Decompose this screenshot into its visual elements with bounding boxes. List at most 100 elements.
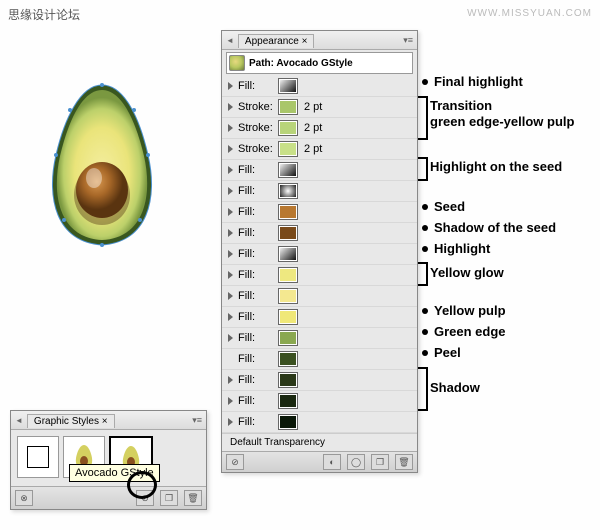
appearance-row[interactable]: Fill: [222, 202, 417, 223]
swatch[interactable] [278, 183, 298, 199]
new-stroke-icon[interactable]: ◯ [347, 454, 365, 470]
expand-tri-icon[interactable] [228, 418, 233, 426]
expand-tri-icon[interactable] [228, 334, 233, 342]
expand-tri-icon[interactable] [228, 103, 233, 111]
swatch[interactable] [278, 141, 298, 157]
panel-menu-icon[interactable]: ▾≡ [403, 35, 413, 46]
row-label: Fill: [238, 395, 274, 407]
row-label: Fill: [238, 311, 274, 323]
swatch[interactable] [278, 288, 298, 304]
swatch[interactable] [278, 78, 298, 94]
row-label: Fill: [238, 248, 274, 260]
expand-tri-icon[interactable] [228, 250, 233, 258]
expand-tri-icon[interactable] [228, 166, 233, 174]
appearance-row[interactable]: Stroke: 2 pt [222, 139, 417, 160]
gstyles-footer: ⊗ ⊘ ❐ 🗑 [11, 486, 206, 509]
swatch[interactable] [278, 204, 298, 220]
expand-tri-icon[interactable] [228, 145, 233, 153]
appearance-row[interactable]: Fill: [222, 412, 417, 433]
appearance-header[interactable]: ◄ Appearance × ▾≡ [222, 31, 417, 50]
path-row[interactable]: Path: Avocado GStyle [226, 52, 413, 74]
duplicate-icon[interactable]: ❐ [371, 454, 389, 470]
appearance-row[interactable]: Fill: [222, 181, 417, 202]
appearance-tab[interactable]: Appearance × [238, 34, 315, 48]
path-thumb-icon [229, 55, 245, 71]
expand-tri-icon[interactable] [228, 376, 233, 384]
row-label: Stroke: [238, 101, 274, 113]
row-label: Fill: [238, 374, 274, 386]
path-label: Path: Avocado GStyle [249, 58, 353, 69]
swatch[interactable] [278, 414, 298, 430]
collapse-icon[interactable]: ◄ [15, 416, 23, 425]
gstyle-default[interactable] [17, 436, 59, 478]
row-label: Fill: [238, 269, 274, 281]
trash-icon[interactable]: 🗑 [184, 490, 202, 506]
row-label: Fill: [238, 290, 274, 302]
new-style-icon[interactable]: ❐ [160, 490, 178, 506]
default-transparency[interactable]: Default Transparency [222, 433, 417, 451]
swatch[interactable] [278, 372, 298, 388]
appearance-row[interactable]: Fill: [222, 244, 417, 265]
appearance-panel: ◄ Appearance × ▾≡ Path: Avocado GStyle F… [221, 30, 418, 473]
break-link-icon[interactable]: ⊘ [136, 490, 154, 506]
swatch[interactable] [278, 351, 298, 367]
gstyle-tooltip: Avocado GStyle [69, 464, 160, 482]
expand-tri-icon[interactable] [228, 313, 233, 321]
row-label: Stroke: [238, 143, 274, 155]
appearance-row[interactable]: Stroke: 2 pt [222, 97, 417, 118]
swatch[interactable] [278, 120, 298, 136]
site-name: 思缘设计论坛 [8, 6, 80, 23]
row-label: Stroke: [238, 122, 274, 134]
expand-tri-icon[interactable] [228, 271, 233, 279]
row-value: 2 pt [304, 101, 322, 113]
panel-menu-icon[interactable]: ▾≡ [192, 415, 202, 426]
row-value: 2 pt [304, 122, 322, 134]
gstyles-tab[interactable]: Graphic Styles × [27, 414, 115, 428]
expand-tri-icon[interactable] [228, 208, 233, 216]
appearance-row[interactable]: Fill: [222, 223, 417, 244]
new-fill-icon[interactable]: ◐ [323, 454, 341, 470]
swatch[interactable] [278, 393, 298, 409]
eye-toggle-icon[interactable]: ⊘ [226, 454, 244, 470]
swatch[interactable] [278, 162, 298, 178]
graphic-styles-panel: ◄ Graphic Styles × ▾≡ Avocado GStyle ⊗ ⊘… [10, 410, 207, 510]
swatch[interactable] [278, 225, 298, 241]
appearance-row[interactable]: Fill: [222, 328, 417, 349]
expand-tri-icon[interactable] [228, 229, 233, 237]
row-value: 2 pt [304, 143, 322, 155]
expand-tri-icon[interactable] [228, 292, 233, 300]
appearance-row[interactable]: Fill: [222, 349, 417, 370]
appearance-row[interactable]: Fill: [222, 160, 417, 181]
avocado-artwork[interactable] [40, 80, 165, 250]
row-label: Fill: [238, 206, 274, 218]
appearance-row[interactable]: Fill: [222, 286, 417, 307]
row-label: Fill: [238, 416, 274, 428]
trash-icon[interactable]: 🗑 [395, 454, 413, 470]
expand-tri-icon[interactable] [228, 397, 233, 405]
row-label: Fill: [238, 164, 274, 176]
swatch[interactable] [278, 246, 298, 262]
gstyles-header[interactable]: ◄ Graphic Styles × ▾≡ [11, 411, 206, 430]
gstyles-body: Avocado GStyle [11, 430, 206, 486]
appearance-row[interactable]: Fill: [222, 76, 417, 97]
row-label: Fill: [238, 80, 274, 92]
expand-tri-icon[interactable] [228, 82, 233, 90]
link-icon[interactable]: ⊗ [15, 490, 33, 506]
swatch[interactable] [278, 330, 298, 346]
expand-tri-icon[interactable] [228, 124, 233, 132]
appearance-row[interactable]: Fill: [222, 265, 417, 286]
appearance-footer: ⊘ ◐ ◯ ❐ 🗑 [222, 451, 417, 472]
appearance-row[interactable]: Stroke: 2 pt [222, 118, 417, 139]
appearance-row[interactable]: Fill: [222, 370, 417, 391]
expand-tri-icon[interactable] [228, 187, 233, 195]
row-label: Fill: [238, 227, 274, 239]
site-url: WWW.MISSYUAN.COM [467, 8, 592, 19]
appearance-row[interactable]: Fill: [222, 391, 417, 412]
row-label: Fill: [238, 185, 274, 197]
swatch[interactable] [278, 99, 298, 115]
row-label: Fill: [238, 332, 274, 344]
swatch[interactable] [278, 309, 298, 325]
collapse-icon[interactable]: ◄ [226, 36, 234, 45]
appearance-row[interactable]: Fill: [222, 307, 417, 328]
swatch[interactable] [278, 267, 298, 283]
